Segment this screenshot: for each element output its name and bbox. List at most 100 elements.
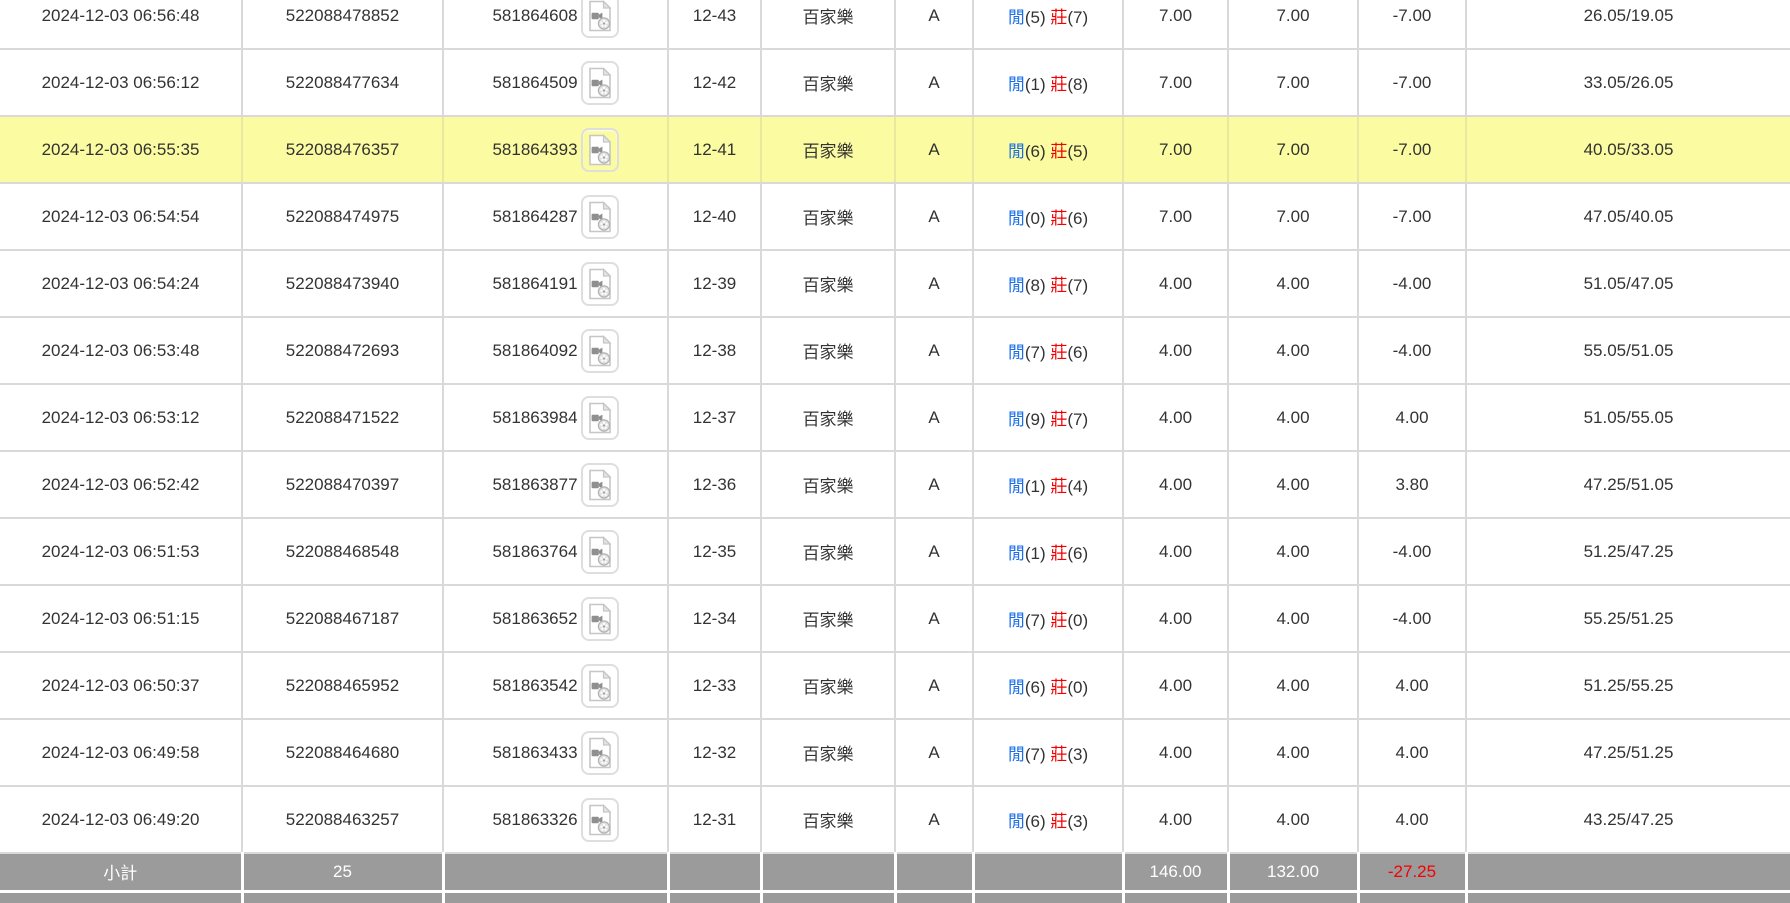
bet-row: 2024-12-03 06:49:20 522088463257 5818633…: [0, 786, 1790, 853]
video-replay-icon: [587, 469, 613, 501]
video-replay-button[interactable]: [581, 798, 619, 842]
table-code: A: [895, 719, 973, 786]
subtotal-empty-cell: [973, 853, 1123, 891]
banker-result-points: (0): [1067, 678, 1088, 697]
round-id-cell: 581864509: [443, 49, 668, 116]
bet-id: 522088464680: [242, 719, 443, 786]
player-result-label: 閒: [1008, 209, 1025, 228]
valid-bet: 4.00: [1228, 518, 1358, 585]
banker-result-label: 莊: [1050, 544, 1067, 563]
bet-amount-link[interactable]: 4.00: [1123, 518, 1228, 585]
video-replay-icon: [587, 670, 613, 702]
bet-id: 522088476357: [242, 116, 443, 183]
round-id: 581864608: [492, 6, 577, 26]
game-type: 百家樂: [761, 652, 895, 719]
banker-result-points: (6): [1067, 544, 1088, 563]
video-replay-button[interactable]: [581, 396, 619, 440]
table-code: A: [895, 250, 973, 317]
table-code: A: [895, 786, 973, 853]
game-result: 閒(6) 莊(0): [973, 652, 1123, 719]
bet-id: 522088471522: [242, 384, 443, 451]
banker-result-label: 莊: [1050, 678, 1067, 697]
game-type: 百家樂: [761, 384, 895, 451]
bet-amount-link[interactable]: 4.00: [1123, 451, 1228, 518]
win-loss: 4.00: [1358, 652, 1466, 719]
valid-bet: 7.00: [1228, 183, 1358, 250]
game-result: 閒(1) 莊(4): [973, 451, 1123, 518]
video-replay-button[interactable]: [581, 463, 619, 507]
bet-row: 2024-12-03 06:51:53 522088468548 5818637…: [0, 518, 1790, 585]
bet-amount-link[interactable]: 7.00: [1123, 116, 1228, 183]
round-id-cell: 581863764: [443, 518, 668, 585]
balance: 51.05/55.05: [1466, 384, 1790, 451]
game-type: 百家樂: [761, 719, 895, 786]
game-type: 百家樂: [761, 49, 895, 116]
bet-row: 2024-12-03 06:54:24 522088473940 5818641…: [0, 250, 1790, 317]
video-replay-button[interactable]: [581, 530, 619, 574]
balance: 51.25/55.25: [1466, 652, 1790, 719]
bet-amount-link[interactable]: 4.00: [1123, 317, 1228, 384]
video-replay-button[interactable]: [581, 128, 619, 172]
bet-time: 2024-12-03 06:55:35: [0, 116, 242, 183]
player-result-label: 閒: [1008, 611, 1025, 630]
subtotal-empty-cell: [761, 853, 895, 891]
bet-amount-link[interactable]: 7.00: [1123, 183, 1228, 250]
player-result-label: 閒: [1008, 544, 1025, 563]
video-replay-button[interactable]: [581, 61, 619, 105]
round-id-cell: 581863984: [443, 384, 668, 451]
table-code: A: [895, 451, 973, 518]
round-id-cell: 581863542: [443, 652, 668, 719]
game-result: 閒(7) 莊(6): [973, 317, 1123, 384]
table-code: A: [895, 652, 973, 719]
bet-amount-link[interactable]: 4.00: [1123, 786, 1228, 853]
win-loss: -7.00: [1358, 49, 1466, 116]
bet-amount-link[interactable]: 4.00: [1123, 384, 1228, 451]
banker-result-label: 莊: [1050, 477, 1067, 496]
video-replay-button[interactable]: [581, 195, 619, 239]
banker-result-points: (0): [1067, 611, 1088, 630]
valid-bet: 4.00: [1228, 451, 1358, 518]
game-type: 百家樂: [761, 518, 895, 585]
round-id: 581863542: [492, 676, 577, 696]
video-replay-button[interactable]: [581, 262, 619, 306]
bet-history-table: 2024-12-03 06:56:48 522088478852 5818646…: [0, 0, 1790, 903]
valid-bet: 4.00: [1228, 719, 1358, 786]
bet-time: 2024-12-03 06:54:24: [0, 250, 242, 317]
bet-row: 2024-12-03 06:50:37 522088465952 5818635…: [0, 652, 1790, 719]
round-number: 12-43: [668, 0, 761, 49]
bet-time: 2024-12-03 06:56:48: [0, 0, 242, 49]
banker-result-label: 莊: [1050, 410, 1067, 429]
player-result-points: (7): [1025, 611, 1046, 630]
round-id: 581863877: [492, 475, 577, 495]
video-replay-button[interactable]: [581, 731, 619, 775]
game-type: 百家樂: [761, 585, 895, 652]
round-number: 12-37: [668, 384, 761, 451]
banker-result-points: (6): [1067, 209, 1088, 228]
balance: 33.05/26.05: [1466, 49, 1790, 116]
table-code: A: [895, 0, 973, 49]
bet-amount-link[interactable]: 4.00: [1123, 719, 1228, 786]
bet-amount-link[interactable]: 7.00: [1123, 0, 1228, 49]
bet-amount-link[interactable]: 7.00: [1123, 49, 1228, 116]
video-replay-icon: [587, 804, 613, 836]
banker-result-label: 莊: [1050, 343, 1067, 362]
bet-amount-link[interactable]: 4.00: [1123, 250, 1228, 317]
video-replay-button[interactable]: [581, 597, 619, 641]
bet-amount-link[interactable]: 4.00: [1123, 652, 1228, 719]
video-replay-button[interactable]: [581, 664, 619, 708]
video-replay-button[interactable]: [581, 329, 619, 373]
video-replay-button[interactable]: [581, 0, 619, 38]
valid-bet: 7.00: [1228, 116, 1358, 183]
bet-amount-link[interactable]: 4.00: [1123, 585, 1228, 652]
balance: 47.05/40.05: [1466, 183, 1790, 250]
bet-time: 2024-12-03 06:51:15: [0, 585, 242, 652]
balance: 47.25/51.05: [1466, 451, 1790, 518]
round-number: 12-40: [668, 183, 761, 250]
bet-id: 522088468548: [242, 518, 443, 585]
game-result: 閒(6) 莊(3): [973, 786, 1123, 853]
round-id-cell: 581864191: [443, 250, 668, 317]
bet-row: 2024-12-03 06:54:54 522088474975 5818642…: [0, 183, 1790, 250]
video-replay-icon: [587, 536, 613, 568]
win-loss: -4.00: [1358, 317, 1466, 384]
total-row-partial: [0, 891, 1790, 903]
